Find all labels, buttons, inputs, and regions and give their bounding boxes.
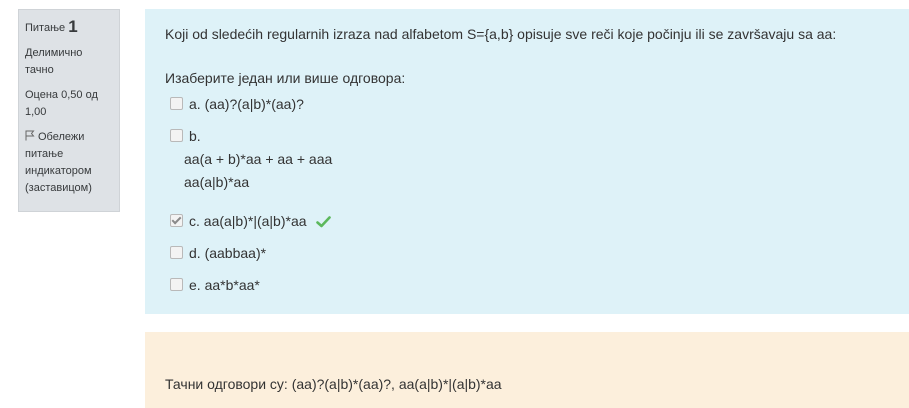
answer-b-line-1: aa(a + b)*aa + aa + aaa bbox=[184, 151, 333, 167]
right-answer-text: Тачни одговори су: (aa)?(a|b)*(aa)?, aa(… bbox=[165, 376, 502, 392]
question-formulation: Koji od sledećih regularnih izraza nad a… bbox=[145, 9, 909, 314]
answer-label-a: a. (aa)?(a|b)*(aa)? bbox=[189, 96, 304, 112]
answer-checkbox-b[interactable] bbox=[170, 129, 183, 142]
answer-checkbox-e[interactable] bbox=[170, 278, 183, 291]
answer-option-b[interactable]: b. aa(a + b)*aa + aa + aaa aa(a|b)*aa bbox=[165, 126, 889, 194]
answer-label-c: c. aa(a|b)*|(a|b)*aa bbox=[189, 213, 307, 229]
answer-option-a[interactable]: a. (aa)?(a|b)*(aa)? bbox=[165, 94, 889, 114]
question-info: Питање 1 Делимично тачно Оцена 0,50 од 1… bbox=[18, 9, 120, 212]
answer-list: a. (aa)?(a|b)*(aa)? b. aa(a + b)*aa + aa… bbox=[165, 94, 889, 295]
answer-checkbox-d[interactable] bbox=[170, 246, 183, 259]
answer-b-line-2: aa(a|b)*aa bbox=[184, 174, 250, 190]
answer-label-e: e. aa*b*aa* bbox=[189, 277, 260, 293]
answer-checkbox-a[interactable] bbox=[170, 97, 183, 110]
flag-question-link[interactable]: Обележи питање индикатором (заставицом) bbox=[25, 129, 113, 197]
answer-prompt: Изаберите један или више одговора: bbox=[165, 70, 406, 86]
answer-label-b: b. bbox=[189, 128, 201, 144]
question-label: Питање bbox=[25, 22, 66, 34]
answer-option-e[interactable]: e. aa*b*aa* bbox=[165, 275, 889, 295]
question-text: Koji od sledećih regularnih izraza nad a… bbox=[165, 26, 837, 42]
answer-option-c[interactable]: c. aa(a|b)*|(a|b)*aa bbox=[165, 211, 889, 231]
correct-check-icon bbox=[316, 216, 332, 228]
answer-option-d[interactable]: d. (aabbaa)* bbox=[165, 243, 889, 263]
question-number: Питање 1 bbox=[25, 18, 113, 37]
question-number-value: 1 bbox=[68, 17, 78, 36]
answer-checkbox-c[interactable] bbox=[170, 214, 183, 227]
flag-icon bbox=[25, 130, 35, 141]
question-grade: Оцена 0,50 од 1,00 bbox=[25, 89, 98, 118]
answer-label-d: d. (aabbaa)* bbox=[189, 245, 267, 261]
question-state: Делимично тачно bbox=[25, 47, 83, 76]
question-feedback: Тачни одговори су: (aa)?(a|b)*(aa)?, aa(… bbox=[145, 332, 909, 408]
flag-question-label: Обележи питање индикатором (заставицом) bbox=[25, 131, 92, 194]
